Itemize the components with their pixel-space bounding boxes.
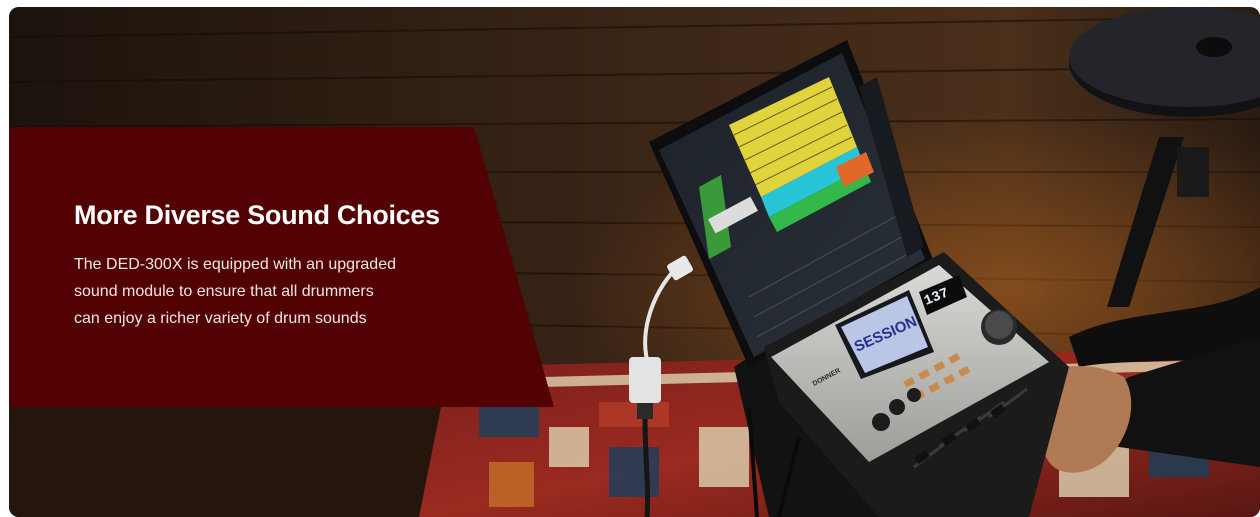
- body-line: can enjoy a richer variety of drum sound…: [74, 310, 367, 327]
- module-brand-label: DONNER: [812, 367, 842, 387]
- feature-banner: 137 SESSION DONNER More Diverse Sound Ch…: [9, 7, 1260, 517]
- module-display-readout: 137: [922, 285, 951, 309]
- banner-body-text: The DED-300X is equipped with an upgrade…: [74, 251, 434, 332]
- banner-heading: More Diverse Sound Choices: [74, 200, 440, 230]
- module-screen-text: SESSION: [852, 313, 920, 356]
- body-line: The DED-300X is equipped with an upgrade…: [74, 256, 396, 273]
- body-line: sound module to ensure that all drummers: [74, 283, 374, 300]
